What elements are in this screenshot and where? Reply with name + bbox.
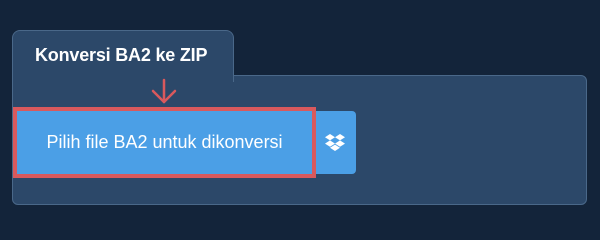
choose-file-label: Pilih file BA2 untuk dikonversi <box>46 132 283 152</box>
dropbox-button[interactable] <box>313 111 356 174</box>
dropbox-icon <box>324 133 345 151</box>
arrow-down-icon <box>151 78 177 104</box>
converter-tab: Konversi BA2 ke ZIP <box>12 30 234 82</box>
choose-file-button[interactable]: Pilih file BA2 untuk dikonversi <box>17 111 312 174</box>
tab-title: Konversi BA2 ke ZIP <box>35 45 208 65</box>
